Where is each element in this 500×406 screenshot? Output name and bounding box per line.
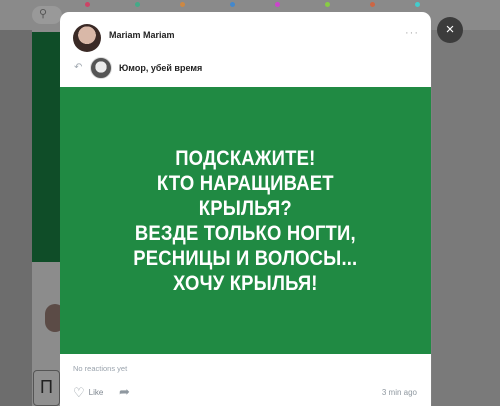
background-left-column <box>0 30 32 406</box>
garland-decoration <box>60 2 460 10</box>
author-avatar[interactable] <box>73 24 101 52</box>
image-text-line: КРЫЛЬЯ? <box>198 196 293 220</box>
more-options-icon[interactable]: ··· <box>405 27 419 39</box>
like-label: Like <box>88 388 104 397</box>
share-icon[interactable]: ➦ <box>119 384 130 400</box>
post-image[interactable]: ПОДСКАЖИТЕ! КТО НАРАЩИВАЕТ КРЫЛЬЯ? ВЕЗДЕ… <box>60 87 431 354</box>
image-text-line: ВЕЗДЕ ТОЛЬКО НОГТИ, <box>135 221 356 245</box>
post-modal: Mariam Mariam ··· ↶ Юмор, убей время ПОД… <box>60 12 431 406</box>
post-image-text: ПОДСКАЖИТЕ! КТО НАРАЩИВАЕТ КРЫЛЬЯ? ВЕЗДЕ… <box>133 146 357 296</box>
image-text-line: КТО НАРАЩИВАЕТ <box>157 171 334 195</box>
background-post-image <box>32 32 60 262</box>
reactions-summary: No reactions yet <box>73 364 128 373</box>
image-text-line: РЕСНИЦЫ И ВОЛОСЫ... <box>133 246 358 270</box>
repost-source-name[interactable]: Юмор, убей время <box>119 63 202 73</box>
image-text-line: ХОЧУ КРЫЛЬЯ! <box>173 271 318 295</box>
background-input-text: П <box>40 377 53 397</box>
post-timestamp: 3 min ago <box>381 388 417 397</box>
close-button[interactable]: × <box>437 17 463 43</box>
author-name[interactable]: Mariam Mariam <box>109 30 175 40</box>
like-button[interactable]: ♡ Like <box>73 386 103 399</box>
heart-icon: ♡ <box>73 385 85 400</box>
background-right-column <box>432 30 500 406</box>
image-text-line: ПОДСКАЖИТЕ! <box>175 146 316 170</box>
search-icon: ⚲ <box>39 8 48 20</box>
repost-icon: ↶ <box>74 62 83 73</box>
repost-source-avatar[interactable] <box>90 57 112 79</box>
